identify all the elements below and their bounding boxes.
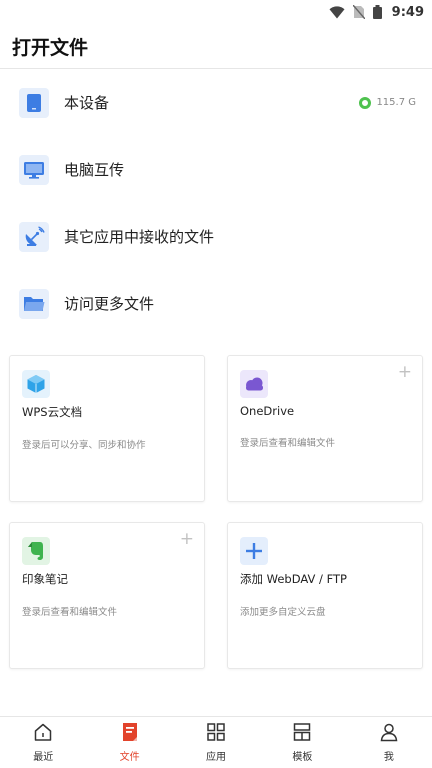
card-description: 添加更多自定义云盘 [240, 607, 326, 618]
nav-tab-apps[interactable]: 应用 [173, 717, 259, 768]
app-bar: 打开文件 [0, 24, 432, 69]
person-icon [379, 722, 399, 746]
apps-grid-icon [206, 722, 226, 746]
location-item-this-device[interactable]: 本设备 115.7 G [0, 69, 432, 136]
card-onedrive[interactable]: + OneDrive 登录后查看和编辑文件 [227, 355, 423, 502]
cloud-service-grid: WPS云文档 登录后可以分享、同步和协作 + OneDrive 登录后查看和编辑… [9, 355, 423, 669]
location-list: 本设备 115.7 G 电脑互传 其它应用中接收的文件 访问更多文件 [0, 69, 432, 337]
folder-icon [19, 288, 49, 319]
nav-label: 最近 [33, 752, 54, 763]
wps-cloud-icon [22, 370, 50, 398]
location-item-received-files[interactable]: 其它应用中接收的文件 [0, 203, 432, 270]
storage-indicator: 115.7 G [359, 96, 416, 109]
template-icon [292, 722, 312, 746]
card-title: 印象笔记 [22, 572, 68, 586]
nav-tab-me[interactable]: 我 [346, 717, 432, 768]
card-description: 登录后查看和编辑文件 [22, 607, 118, 618]
card-description: 登录后可以分享、同步和协作 [22, 440, 146, 451]
file-icon [120, 722, 140, 746]
status-bar: 9:49 [0, 0, 432, 24]
nav-tab-templates[interactable]: 模板 [259, 717, 345, 768]
nav-tab-files[interactable]: 文件 [86, 717, 172, 768]
location-item-more-files[interactable]: 访问更多文件 [0, 270, 432, 337]
evernote-icon [22, 537, 50, 565]
status-time: 9:49 [391, 4, 424, 20]
card-wps-cloud[interactable]: WPS云文档 登录后可以分享、同步和协作 [9, 355, 205, 502]
battery-icon [372, 5, 382, 19]
add-account-plus-icon[interactable]: + [398, 364, 412, 381]
location-label: 本设备 [64, 94, 110, 112]
nav-label: 应用 [206, 752, 227, 763]
card-description: 登录后查看和编辑文件 [240, 438, 336, 449]
bottom-nav: 最近 文件 应用 模板 我 [0, 716, 432, 768]
location-label: 访问更多文件 [64, 295, 155, 313]
location-label: 电脑互传 [64, 161, 125, 179]
no-sim-icon [352, 5, 365, 19]
location-label: 其它应用中接收的文件 [64, 228, 215, 246]
nav-label: 我 [383, 752, 394, 763]
card-title: OneDrive [240, 404, 295, 418]
card-evernote[interactable]: + 印象笔记 登录后查看和编辑文件 [9, 522, 205, 669]
card-title: 添加 WebDAV / FTP [240, 572, 347, 586]
onedrive-icon [240, 370, 268, 398]
storage-size: 115.7 G [376, 97, 416, 108]
home-icon [33, 722, 53, 746]
card-add-webdav-ftp[interactable]: 添加 WebDAV / FTP 添加更多自定义云盘 [227, 522, 423, 669]
nav-tab-recent[interactable]: 最近 [0, 717, 86, 768]
wifi-icon [329, 5, 345, 19]
add-account-plus-icon[interactable]: + [180, 531, 194, 548]
monitor-icon [19, 154, 49, 185]
tablet-icon [19, 87, 49, 118]
storage-ring-icon [359, 96, 372, 109]
satellite-dish-icon [19, 221, 49, 252]
location-item-pc-transfer[interactable]: 电脑互传 [0, 136, 432, 203]
nav-label: 文件 [119, 752, 140, 763]
nav-label: 模板 [292, 752, 313, 763]
add-plus-icon [240, 537, 268, 565]
card-title: WPS云文档 [22, 405, 83, 419]
page-title: 打开文件 [12, 36, 89, 59]
